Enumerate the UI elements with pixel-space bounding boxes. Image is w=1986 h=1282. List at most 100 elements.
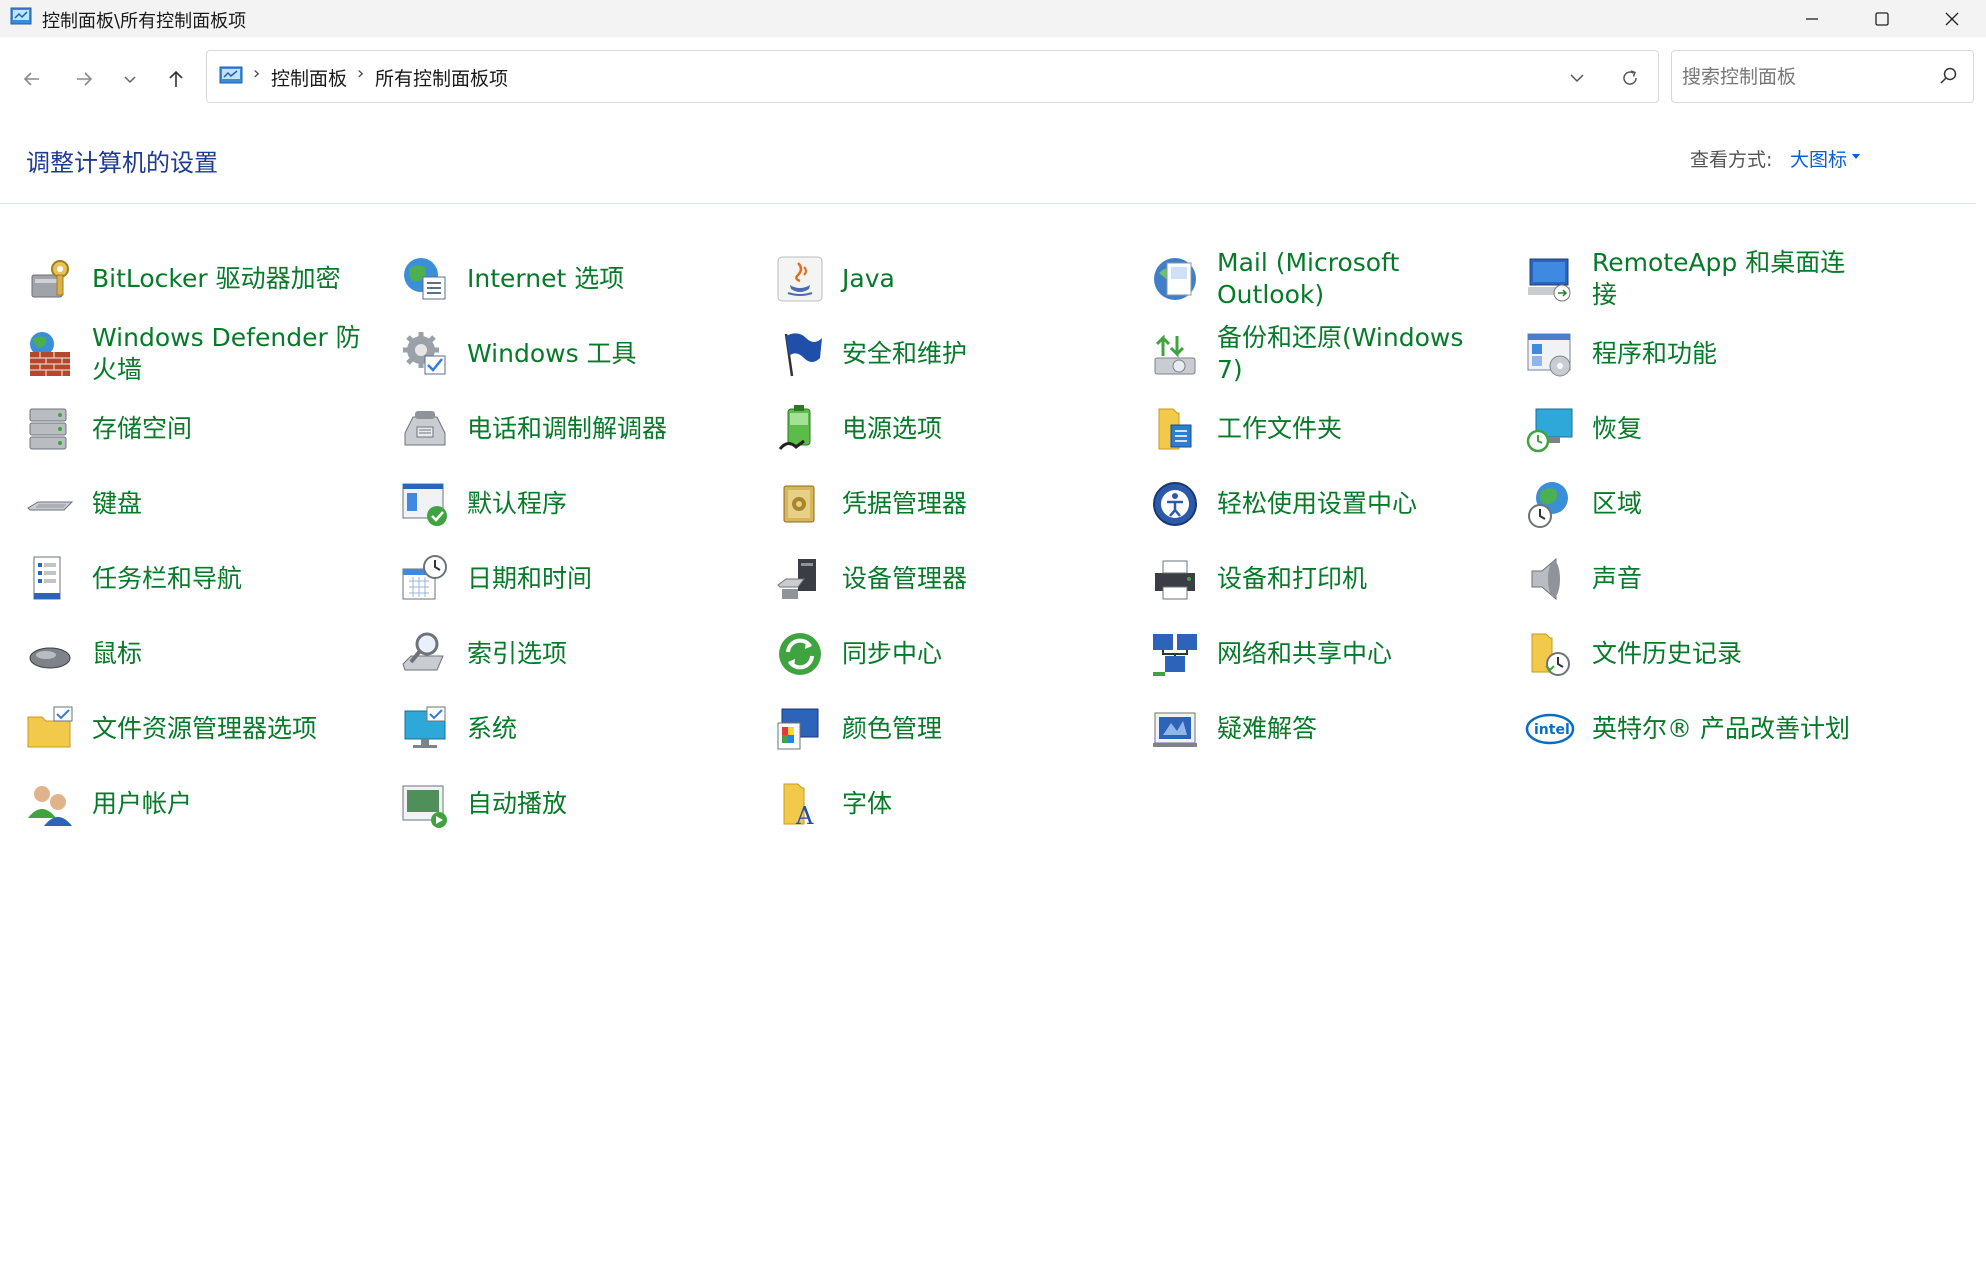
- color-management-icon: [777, 708, 819, 750]
- item-sync-center[interactable]: 同步中心: [750, 621, 1120, 687]
- item-label[interactable]: 工作文件夹: [1217, 413, 1342, 445]
- item-folder-options[interactable]: 文件资源管理器选项: [0, 696, 370, 762]
- item-label[interactable]: Mail (Microsoft Outlook): [1217, 247, 1495, 311]
- minimize-icon: [1806, 17, 1818, 20]
- item-mail[interactable]: Mail (Microsoft Outlook): [1125, 246, 1495, 312]
- item-label[interactable]: 文件资源管理器选项: [92, 713, 317, 745]
- maximize-button[interactable]: [1847, 0, 1917, 37]
- item-system[interactable]: 系统: [375, 696, 745, 762]
- view-by-dropdown[interactable]: 大图标: [1790, 145, 1847, 172]
- item-label[interactable]: 声音: [1592, 563, 1642, 595]
- troubleshoot-icon: [1153, 712, 1197, 747]
- item-label[interactable]: Java: [842, 263, 895, 295]
- item-windows-tools[interactable]: Windows 工具: [375, 321, 745, 387]
- breadcrumb-control-panel[interactable]: 控制面板: [271, 64, 347, 91]
- item-label[interactable]: 网络和共享中心: [1217, 638, 1392, 670]
- item-label[interactable]: 设备和打印机: [1217, 563, 1367, 595]
- item-firewall[interactable]: Windows Defender 防火墙: [0, 321, 370, 387]
- item-mouse[interactable]: 鼠标: [0, 621, 370, 687]
- datetime-icon: [402, 555, 447, 600]
- item-label[interactable]: 默认程序: [467, 488, 567, 520]
- search-box[interactable]: [1671, 50, 1974, 103]
- item-color-management[interactable]: 颜色管理: [750, 696, 1120, 762]
- item-intel-program[interactable]: intel 英特尔® 产品改善计划: [1500, 696, 1870, 762]
- item-label[interactable]: 程序和功能: [1592, 338, 1717, 370]
- item-label[interactable]: 系统: [467, 713, 517, 745]
- item-label[interactable]: Internet 选项: [467, 263, 624, 295]
- item-label[interactable]: 凭据管理器: [842, 488, 967, 520]
- close-button[interactable]: [1917, 0, 1986, 37]
- item-label[interactable]: BitLocker 驱动器加密: [92, 263, 341, 295]
- item-label[interactable]: Windows 工具: [467, 338, 637, 370]
- item-storage-spaces[interactable]: 存储空间: [0, 396, 370, 462]
- item-label[interactable]: 自动播放: [467, 788, 567, 820]
- item-file-history[interactable]: 文件历史记录: [1500, 621, 1870, 687]
- item-backup-restore[interactable]: 备份和还原(Windows 7): [1125, 321, 1495, 387]
- item-label[interactable]: 任务栏和导航: [92, 563, 242, 595]
- item-devices-printers[interactable]: 设备和打印机: [1125, 546, 1495, 612]
- item-label[interactable]: 轻松使用设置中心: [1217, 488, 1417, 520]
- minimize-button[interactable]: [1777, 0, 1847, 37]
- item-security-maintenance[interactable]: 安全和维护: [750, 321, 1120, 387]
- item-label[interactable]: 安全和维护: [842, 338, 967, 370]
- breadcrumb-all-items[interactable]: 所有控制面板项: [375, 64, 508, 91]
- item-default-programs[interactable]: 默认程序: [375, 471, 745, 537]
- back-button[interactable]: [12, 59, 52, 99]
- item-label[interactable]: 日期和时间: [467, 563, 592, 595]
- item-date-time[interactable]: 日期和时间: [375, 546, 745, 612]
- item-sound[interactable]: 声音: [1500, 546, 1870, 612]
- item-label[interactable]: 疑难解答: [1217, 713, 1317, 745]
- item-label[interactable]: 恢复: [1592, 413, 1642, 445]
- item-taskbar-navigation[interactable]: 任务栏和导航: [0, 546, 370, 612]
- item-label[interactable]: 设备管理器: [842, 563, 967, 595]
- item-recovery[interactable]: 恢复: [1500, 396, 1870, 462]
- item-phone-modem[interactable]: 电话和调制解调器: [375, 396, 745, 462]
- item-region[interactable]: 区域: [1500, 471, 1870, 537]
- item-indexing-options[interactable]: 索引选项: [375, 621, 745, 687]
- item-network-sharing[interactable]: 网络和共享中心: [1125, 621, 1495, 687]
- item-bitlocker[interactable]: BitLocker 驱动器加密: [0, 246, 370, 312]
- item-device-manager[interactable]: 设备管理器: [750, 546, 1120, 612]
- item-keyboard[interactable]: 键盘: [0, 471, 370, 537]
- item-internet-options[interactable]: Internet 选项: [375, 246, 745, 312]
- item-label[interactable]: 同步中心: [842, 638, 942, 670]
- item-power-options[interactable]: 电源选项: [750, 396, 1120, 462]
- item-java[interactable]: Java: [750, 246, 1120, 312]
- item-label[interactable]: RemoteApp 和桌面连接: [1592, 247, 1870, 311]
- item-user-accounts[interactable]: 用户帐户: [0, 771, 370, 837]
- search-icon[interactable]: [1939, 66, 1959, 86]
- forward-button[interactable]: [64, 59, 104, 99]
- item-work-folders[interactable]: 工作文件夹: [1125, 396, 1495, 462]
- breadcrumb-separator[interactable]: ›: [253, 63, 260, 84]
- item-label[interactable]: Windows Defender 防火墙: [92, 322, 370, 386]
- item-remoteapp[interactable]: RemoteApp 和桌面连接: [1500, 246, 1870, 312]
- item-label[interactable]: 索引选项: [467, 638, 567, 670]
- item-label[interactable]: 键盘: [92, 488, 142, 520]
- item-autoplay[interactable]: 自动播放: [375, 771, 745, 837]
- item-label[interactable]: 鼠标: [92, 638, 142, 670]
- item-label[interactable]: 电话和调制解调器: [467, 413, 667, 445]
- item-label[interactable]: 区域: [1592, 488, 1642, 520]
- refresh-button[interactable]: [1615, 63, 1645, 93]
- item-label[interactable]: 字体: [842, 788, 892, 820]
- ease-of-access-icon: [1153, 482, 1197, 526]
- caret-down-icon[interactable]: [1852, 154, 1860, 159]
- item-programs-features[interactable]: 程序和功能: [1500, 321, 1870, 387]
- item-label[interactable]: 颜色管理: [842, 713, 942, 745]
- search-input[interactable]: [1682, 63, 1922, 91]
- up-button[interactable]: [156, 59, 196, 99]
- breadcrumb-separator[interactable]: ›: [357, 63, 364, 84]
- address-dropdown-button[interactable]: [1562, 63, 1592, 93]
- item-label[interactable]: 电源选项: [842, 413, 942, 445]
- item-label[interactable]: 存储空间: [92, 413, 192, 445]
- item-label[interactable]: 用户帐户: [92, 788, 192, 820]
- item-fonts[interactable]: A 字体: [750, 771, 1120, 837]
- item-ease-of-access[interactable]: 轻松使用设置中心: [1125, 471, 1495, 537]
- recent-locations-button[interactable]: [110, 59, 150, 99]
- item-troubleshooting[interactable]: 疑难解答: [1125, 696, 1495, 762]
- item-credential-manager[interactable]: 凭据管理器: [750, 471, 1120, 537]
- item-label[interactable]: 文件历史记录: [1592, 638, 1742, 670]
- item-label[interactable]: 英特尔® 产品改善计划: [1592, 713, 1850, 745]
- item-label[interactable]: 备份和还原(Windows 7): [1217, 322, 1495, 386]
- address-bar[interactable]: › 控制面板 › 所有控制面板项: [206, 50, 1659, 103]
